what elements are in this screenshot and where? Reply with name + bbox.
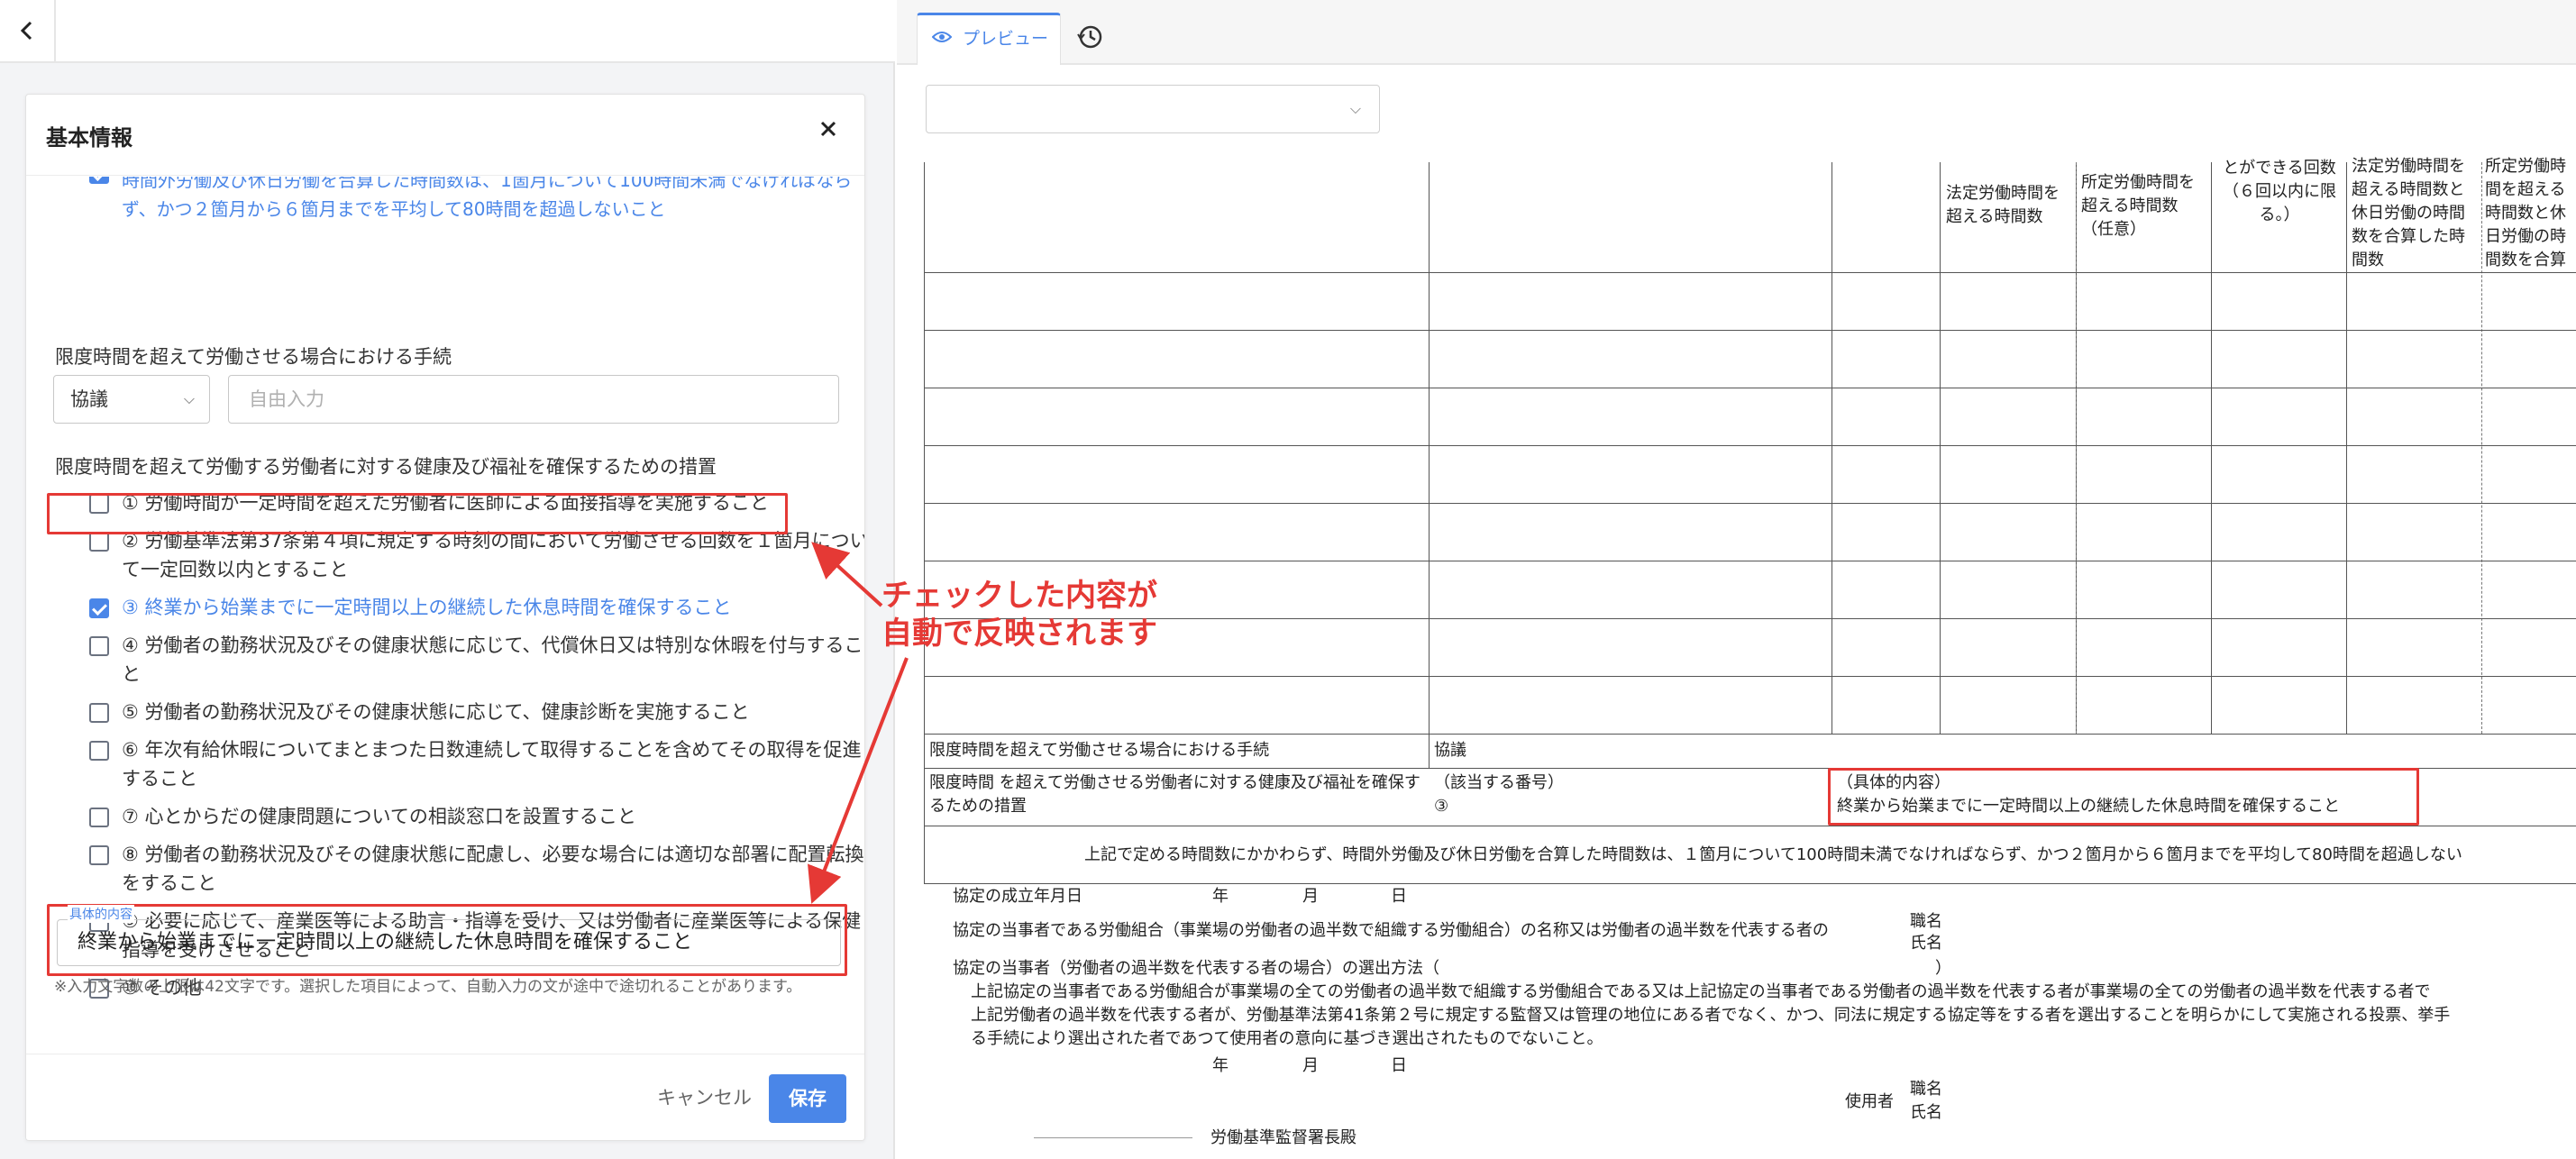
month-label: 月 xyxy=(1302,887,1319,906)
checkbox[interactable] xyxy=(89,532,109,552)
measures-label: 限度時間を超えて労働する労働者に対する健康及び福祉を確保するための措置 xyxy=(55,456,717,478)
day-label: 日 xyxy=(1391,1056,1407,1075)
checkbox[interactable] xyxy=(89,494,109,514)
measure-item-label: ④ 労働者の勤務状況及びその健康状態に応じて、代償休日又は特別な休暇を付与するこ… xyxy=(122,634,863,685)
preview-topbar: プレビュー xyxy=(897,0,2576,65)
selection-method-line: 協定の当事者（労働者の過半数を代表する者の場合）の選出方法（ xyxy=(953,959,1439,978)
document-select[interactable]: ⌵ xyxy=(926,85,1380,133)
col-head-prescribed: 所定労働時間を超える時間数（任意） xyxy=(2081,173,2195,239)
editor-topbar xyxy=(0,0,895,63)
labor-office-label: 労働基準監督署長殿 xyxy=(1210,1128,1357,1147)
measure-item-label: ① 労働時間が一定時間を超えた労働者に医師による面接指導を実施すること xyxy=(122,492,769,514)
eye-icon xyxy=(932,32,952,42)
measure-item-label: ⑧ 労働者の勤務状況及びその健康状態に配慮し、必要な場合には適切な部署に配置転換… xyxy=(122,844,864,894)
measure-item-label: ⑤ 労働者の勤務状況及びその健康状態に応じて、健康診断を実施すること xyxy=(122,701,750,723)
checkbox[interactable] xyxy=(89,703,109,723)
chevron-down-icon: ⌵ xyxy=(1349,100,1361,117)
col-head-statutory: 法定労働時間を超える時間数 xyxy=(1946,184,2060,226)
procedure-label: 限度時間を超えて労働させる場合における手続 xyxy=(55,346,452,368)
history-icon[interactable] xyxy=(1075,22,1106,52)
checkbox[interactable] xyxy=(89,177,109,184)
month-label: 月 xyxy=(1302,1056,1319,1075)
checkbox[interactable] xyxy=(89,741,109,761)
character-limit-note: ※入力文字数の上限は42文字です。選択した項目によって、自動入力の文が途中で途切… xyxy=(54,978,802,996)
year-label: 年 xyxy=(1212,887,1229,906)
panel-footer: キャンセル 保存 xyxy=(26,1054,864,1140)
name-label: 氏名 xyxy=(1910,934,1942,953)
back-button[interactable] xyxy=(0,0,56,61)
procedure-select-value: 協議 xyxy=(70,388,108,410)
callout-line-1: チェックした内容が xyxy=(882,578,1157,614)
checkbox[interactable] xyxy=(89,636,109,656)
close-button[interactable] xyxy=(819,116,837,143)
callout-annotation: チェックした内容が 自動で反映されます xyxy=(882,577,1157,653)
cancel-button[interactable]: キャンセル xyxy=(657,1083,752,1110)
col-head-combined: 法定労働時間を超える時間数と休日労働の時間数を合算した時間数 xyxy=(2352,157,2465,269)
callout-line-2: 自動で反映されます xyxy=(882,616,1157,652)
checkbox[interactable] xyxy=(89,845,109,865)
procedure-select[interactable]: 協議 ⌵ xyxy=(53,375,210,424)
measures-number-label: （該当する番号） xyxy=(1434,773,1564,792)
paragraph-line-3: る手続により選出された者であつて使用者の意向に基づき選出されたものでないこと。 xyxy=(971,1029,1603,1048)
job-title-label: 職名 xyxy=(1910,1080,1942,1099)
agreement-date-label: 協定の成立年月日 xyxy=(953,887,1082,906)
employer-label: 使用者 xyxy=(1845,1092,1894,1111)
tab-preview[interactable]: プレビュー xyxy=(917,13,1061,65)
agreement-document-preview: 法定労働時間を超える時間数 所定労働時間を超える時間数（任意） とができる回数（… xyxy=(924,157,2576,1159)
name-label: 氏名 xyxy=(1910,1103,1942,1122)
highlight-box-reflected-content xyxy=(1828,768,2419,826)
day-label: 日 xyxy=(1391,887,1407,906)
checkbox[interactable] xyxy=(89,598,109,618)
details-highlight-box: 終業から始業までに一定時間以上の継続した休息時間を確保すること 具体的内容 xyxy=(47,904,847,976)
details-legend: 具体的内容 xyxy=(68,905,134,923)
procedure-row-value: 協議 xyxy=(1434,741,1466,760)
details-input[interactable]: 終業から始業までに一定時間以上の継続した休息時間を確保すること xyxy=(57,919,841,966)
col-head-count: とができる回数（６回以内に限る。） xyxy=(2223,159,2336,224)
checkbox[interactable] xyxy=(89,808,109,827)
paragraph-line-2: 上記労働者の過半数を代表する者が、労働基準法第41条第２号に規定する監督又は管理… xyxy=(971,1006,2451,1025)
close-icon xyxy=(820,121,836,137)
measure-item-label: ③ 終業から始業までに一定時間以上の継続した休息時間を確保すること xyxy=(122,597,732,618)
job-title-label: 職名 xyxy=(1910,912,1942,931)
limit-check-statement: 上記で定める時間数にかかわらず、時間外労働及び休日労働を合算した時間数は、１箇月… xyxy=(1084,845,2462,864)
overflow-item-text: 時間外労働及び休日労働を合算した時間数は、1箇月について100時間未満でなければ… xyxy=(122,177,853,220)
paragraph-line-1: 上記協定の当事者である労働組合が事業場の全ての労働者の過半数で組織する労働組合で… xyxy=(971,982,2431,1001)
editor-pane: 基本情報 時間外労働及び休日労働を合算した時間数は、1箇月について100時間未満… xyxy=(0,0,895,1159)
chevron-left-icon xyxy=(20,21,32,41)
union-line: 協定の当事者である労働組合（事業場の労働者の過半数で組織する労働組合）の名称又は… xyxy=(953,921,1829,940)
save-button[interactable]: 保存 xyxy=(769,1074,846,1123)
col-head-combined-optional: 所定労働時間を超える時間数と休日労働の時間数を合算した時間数（任意） xyxy=(2485,157,2566,269)
procedure-row-label: 限度時間を超えて労働させる場合における手続 xyxy=(929,741,1270,760)
measure-item-label: ⑦ 心とからだの健康問題についての相談窓口を設置すること xyxy=(122,806,636,827)
year-label: 年 xyxy=(1212,1056,1229,1075)
tab-preview-label: プレビュー xyxy=(963,29,1049,49)
procedure-input[interactable]: 自由入力 xyxy=(228,375,839,424)
chevron-down-icon: ⌵ xyxy=(183,390,195,407)
measure-item-label: ② 労働基準法第37条第４項に規定する時刻の間において労働させる回数を１箇月につ… xyxy=(122,530,864,580)
panel-title: 基本情報 xyxy=(46,125,132,151)
selection-method-close: ） xyxy=(1935,959,1951,978)
measure-item-label: ⑥ 年次有給休暇についてまとまつた日数連続して取得することを含めてその取得を促進… xyxy=(122,739,862,789)
measures-number-value: ③ xyxy=(1434,797,1449,816)
measures-row-label: 限度時間 を超えて労働させる労働者に対する健康及び福祉を確保するための措置 xyxy=(929,773,1420,816)
panel-header: 基本情報 xyxy=(26,95,864,176)
